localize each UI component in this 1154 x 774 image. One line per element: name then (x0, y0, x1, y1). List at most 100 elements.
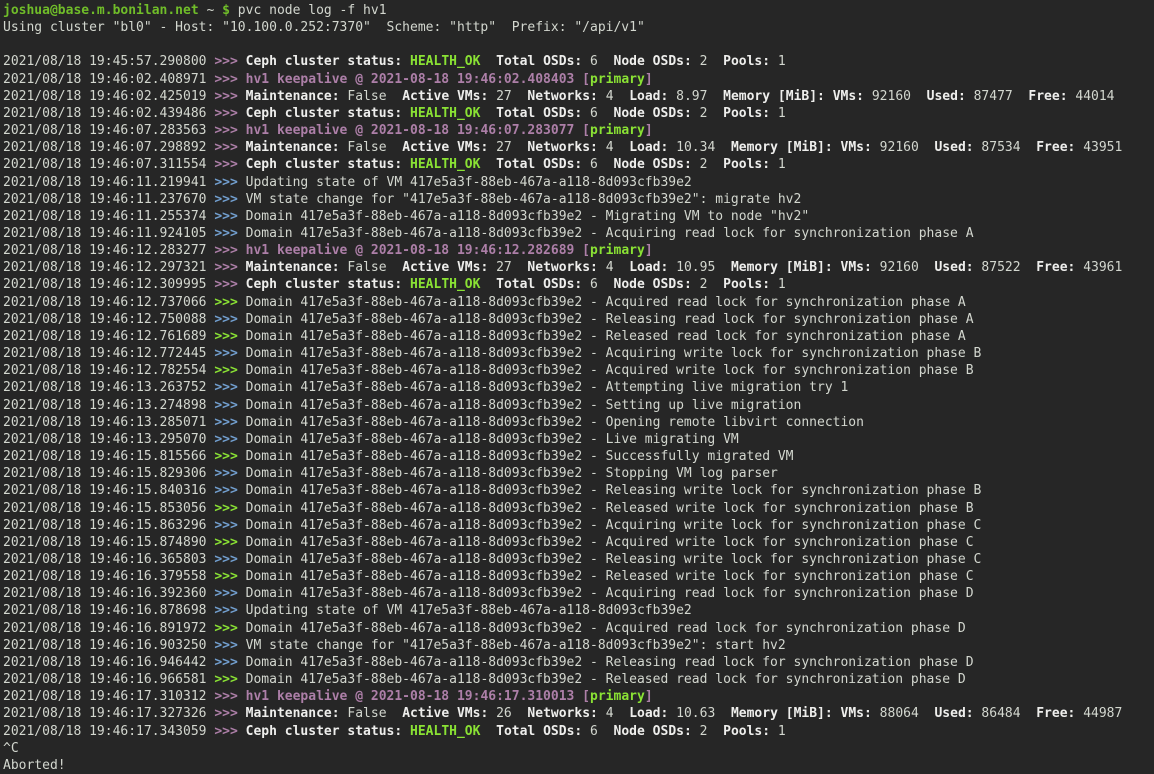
text-segment: Ceph cluster status: (246, 724, 403, 739)
text-segment: 2021/08/18 19:46:11.237670 (3, 192, 214, 207)
text-segment: Domain 417e5a3f-88eb-467a-a118-8d093cfb3… (246, 415, 864, 430)
log-arrow-icon: >>> (214, 106, 245, 121)
text-segment: 2021/08/18 19:46:15.829306 (3, 466, 214, 481)
node-status-line: 2021/08/18 19:46:17.327326 >>> Maintenan… (3, 705, 1154, 722)
text-segment: Domain 417e5a3f-88eb-467a-a118-8d093cfb3… (246, 672, 966, 687)
text-segment (402, 106, 410, 121)
log-arrow-icon: >>> (214, 466, 245, 481)
text-segment: 2021/08/18 19:46:12.297321 (3, 260, 214, 275)
log-arrow-icon: >>> (214, 483, 245, 498)
text-segment: 27 (488, 140, 527, 155)
log-arrow-icon: >>> (214, 346, 245, 361)
text-segment: 2021/08/18 19:46:07.283563 (3, 123, 214, 138)
text-segment: 92160 (864, 89, 927, 104)
text-segment: 43951 (1075, 140, 1122, 155)
text-segment: 2021/08/18 19:46:07.298892 (3, 140, 214, 155)
text-segment: 2021/08/18 19:46:07.311554 (3, 157, 214, 172)
text-segment: Used: (927, 89, 966, 104)
text-segment: 87477 (966, 89, 1029, 104)
log-arrow-icon: >>> (214, 140, 245, 155)
text-segment: Networks: (527, 706, 597, 721)
abort-line: Aborted! (3, 757, 1154, 774)
text-segment (480, 54, 496, 69)
text-segment: 87522 (974, 260, 1037, 275)
text-segment: 2021/08/18 19:46:12.283277 (3, 243, 214, 258)
text-segment: 6 (582, 724, 613, 739)
text-segment: 8.97 (668, 89, 723, 104)
vm-log-line: 2021/08/18 19:46:16.365803 >>> Domain 41… (3, 551, 1154, 568)
ceph-status-line: 2021/08/18 19:46:02.439486 >>> Ceph clus… (3, 105, 1154, 122)
text-segment: Memory [MiB]: (731, 260, 833, 275)
text-segment: Ceph cluster status: (246, 54, 403, 69)
log-arrow-icon: >>> (214, 501, 245, 516)
text-segment: ~ (199, 3, 222, 18)
text-segment: Domain 417e5a3f-88eb-467a-a118-8d093cfb3… (246, 329, 966, 344)
text-segment: Active VMs: (402, 706, 488, 721)
text-segment: Free: (1028, 89, 1067, 104)
log-arrow-icon: >>> (214, 449, 245, 464)
text-segment: 4 (598, 89, 629, 104)
text-segment: Ceph cluster status: (246, 277, 403, 292)
text-segment: Active VMs: (402, 140, 488, 155)
text-segment: 2021/08/18 19:46:16.392360 (3, 586, 214, 601)
log-arrow-icon: >>> (214, 398, 245, 413)
log-arrow-icon: >>> (214, 157, 245, 172)
text-segment: 2021/08/18 19:46:13.274898 (3, 398, 214, 413)
vm-log-line: 2021/08/18 19:46:15.863296 >>> Domain 41… (3, 517, 1154, 534)
vm-log-line: 2021/08/18 19:46:11.237670 >>> VM state … (3, 191, 1154, 208)
text-segment: 2021/08/18 19:46:15.863296 (3, 518, 214, 533)
text-segment: 2021/08/18 19:46:16.891972 (3, 621, 214, 636)
log-arrow-icon: >>> (214, 226, 245, 241)
ceph-status-line: 2021/08/18 19:46:12.309995 >>> Ceph clus… (3, 276, 1154, 293)
text-segment: Domain 417e5a3f-88eb-467a-a118-8d093cfb3… (246, 295, 966, 310)
vm-log-line: 2021/08/18 19:46:15.874890 >>> Domain 41… (3, 534, 1154, 551)
text-segment: VMs: (841, 140, 872, 155)
interrupt-line: ^C (3, 740, 1154, 757)
text-segment: Maintenance: (246, 706, 340, 721)
text-segment: $ (222, 3, 230, 18)
ceph-status-line: 2021/08/18 19:46:17.343059 >>> Ceph clus… (3, 723, 1154, 740)
vm-log-line: 2021/08/18 19:46:11.219941 >>> Updating … (3, 174, 1154, 191)
text-segment: Memory [MiB]: (731, 140, 833, 155)
log-arrow-icon: >>> (214, 672, 245, 687)
vm-log-line: 2021/08/18 19:46:13.285071 >>> Domain 41… (3, 414, 1154, 431)
text-segment: False (340, 140, 403, 155)
text-segment: 2021/08/18 19:46:13.263752 (3, 380, 214, 395)
log-arrow-icon: >>> (214, 380, 245, 395)
log-arrow-icon: >>> (214, 415, 245, 430)
text-segment: 2021/08/18 19:46:12.309995 (3, 277, 214, 292)
text-segment: Free: (1036, 706, 1075, 721)
text-segment: 2021/08/18 19:46:12.737066 (3, 295, 214, 310)
text-segment: 2021/08/18 19:46:13.285071 (3, 415, 214, 430)
text-segment (402, 54, 410, 69)
terminal-output[interactable]: joshua@base.m.bonilan.net ~ $ pvc node l… (0, 0, 1154, 774)
vm-log-line: 2021/08/18 19:46:12.737066 >>> Domain 41… (3, 294, 1154, 311)
keepalive-line: 2021/08/18 19:46:12.283277 >>> hv1 keepa… (3, 242, 1154, 259)
text-segment: Node OSDs: (614, 54, 692, 69)
log-arrow-icon: >>> (214, 552, 245, 567)
text-segment: 2021/08/18 19:46:11.924105 (3, 226, 214, 241)
text-segment: 2021/08/18 19:46:16.966581 (3, 672, 214, 687)
text-segment: 2021/08/18 19:46:16.878698 (3, 603, 214, 618)
text-segment: Domain 417e5a3f-88eb-467a-a118-8d093cfb3… (246, 380, 849, 395)
text-segment: 4 (598, 706, 629, 721)
ceph-status-line: 2021/08/18 19:45:57.290800 >>> Ceph clus… (3, 53, 1154, 70)
text-segment: 2 (692, 157, 723, 172)
text-segment: primary (590, 689, 645, 704)
text-segment: False (340, 706, 403, 721)
text-segment: Used: (934, 260, 973, 275)
text-segment: Load: (629, 706, 668, 721)
vm-log-line: 2021/08/18 19:46:13.295070 >>> Domain 41… (3, 431, 1154, 448)
text-segment: VMs: (833, 89, 864, 104)
text-segment: 2021/08/18 19:45:57.290800 (3, 54, 214, 69)
text-segment: False (340, 260, 403, 275)
text-segment: Networks: (527, 140, 597, 155)
text-segment: Pools: (723, 106, 770, 121)
text-segment: Node OSDs: (614, 106, 692, 121)
log-arrow-icon: >>> (214, 621, 245, 636)
blank-line (3, 36, 1154, 53)
vm-log-line: 2021/08/18 19:46:13.274898 >>> Domain 41… (3, 397, 1154, 414)
log-arrow-icon: >>> (214, 175, 245, 190)
log-arrow-icon: >>> (214, 706, 245, 721)
text-segment: 26 (488, 706, 527, 721)
